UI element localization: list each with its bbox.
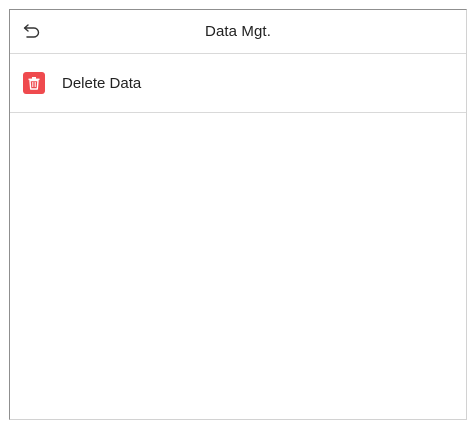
back-arrow-icon	[23, 24, 40, 38]
data-management-screen: Data Mgt. Delete Data	[9, 9, 467, 420]
menu-item-delete-data[interactable]: Delete Data	[10, 54, 466, 113]
trash-icon	[23, 72, 45, 94]
header-bar: Data Mgt.	[10, 10, 466, 54]
page-title: Data Mgt.	[205, 23, 271, 40]
menu-item-label: Delete Data	[62, 74, 142, 92]
back-button[interactable]	[22, 21, 42, 41]
